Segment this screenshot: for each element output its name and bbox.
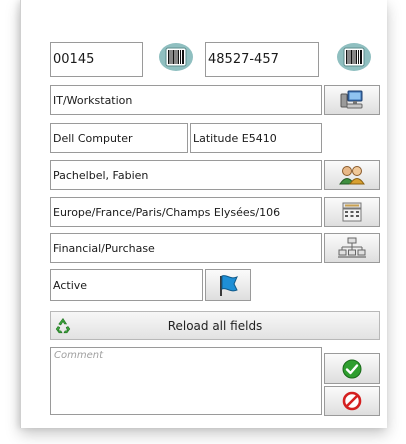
category-field[interactable]: IT/Workstation <box>50 85 322 115</box>
manufacturer-value: Dell Computer <box>53 131 133 145</box>
reload-all-fields-label: Reload all fields <box>167 318 263 333</box>
org-chart-icon <box>338 237 366 258</box>
comment-input[interactable] <box>50 347 322 415</box>
location-field[interactable]: Europe/France/Paris/Champs Elysées/106 <box>50 197 322 227</box>
status-flag-button[interactable] <box>205 269 251 301</box>
select-category-button[interactable] <box>324 85 380 115</box>
cancel-button[interactable] <box>324 386 380 416</box>
status-field[interactable]: Active <box>50 269 203 301</box>
category-value: IT/Workstation <box>53 93 133 107</box>
asset-tag-value: 00145 <box>53 52 95 67</box>
serial-number-field[interactable]: 48527-457 <box>205 42 319 77</box>
manufacturer-field[interactable]: Dell Computer <box>50 123 188 153</box>
scan-asset-tag-button[interactable] <box>154 40 198 74</box>
status-value: Active <box>53 278 88 292</box>
user-value: Pachelbel, Fabien <box>53 168 149 182</box>
select-cost-center-button[interactable] <box>324 233 380 263</box>
select-location-button[interactable] <box>324 197 380 227</box>
confirm-button[interactable] <box>324 353 380 384</box>
serial-number-value: 48527-457 <box>208 52 279 67</box>
reload-all-fields-button[interactable]: Reload all fields <box>50 311 380 340</box>
barcode-icon <box>159 43 193 71</box>
users-icon <box>339 166 365 185</box>
barcode-icon <box>337 43 371 71</box>
user-field[interactable]: Pachelbel, Fabien <box>50 160 322 190</box>
cost-center-value: Financial/Purchase <box>53 241 155 255</box>
model-value: Latitude E5410 <box>193 131 277 145</box>
select-user-button[interactable] <box>324 160 380 190</box>
scan-serial-button[interactable] <box>332 40 376 74</box>
flag-icon <box>220 275 238 296</box>
cost-center-field[interactable]: Financial/Purchase <box>50 233 322 263</box>
check-icon <box>342 359 362 378</box>
building-icon <box>342 202 362 222</box>
cancel-icon <box>342 391 362 411</box>
location-value: Europe/France/Paris/Champs Elysées/106 <box>53 205 281 219</box>
asset-tag-field[interactable]: 00145 <box>50 42 143 77</box>
workstation-icon <box>340 90 363 109</box>
model-field[interactable]: Latitude E5410 <box>190 123 322 153</box>
